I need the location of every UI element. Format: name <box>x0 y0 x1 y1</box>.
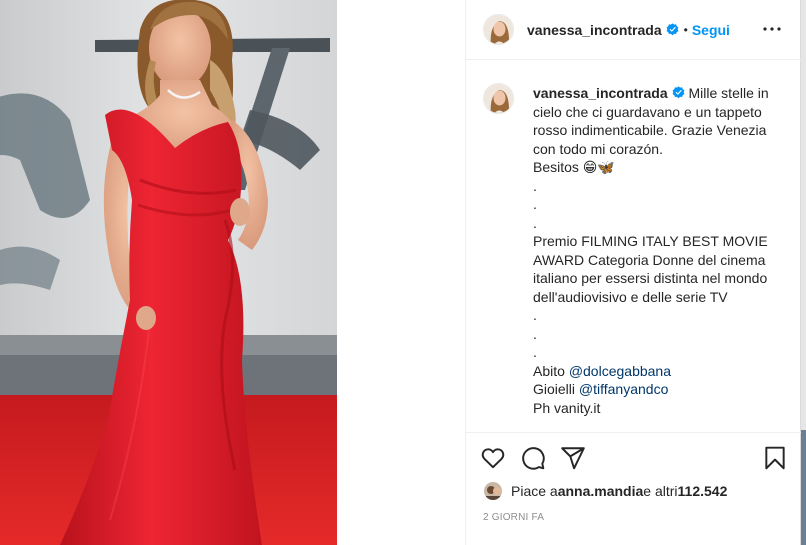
caption-line: Besitos 😁🦋 <box>533 159 615 175</box>
actions-section: Piace a anna.mandia e altri 112.542 2 GI… <box>466 432 802 545</box>
caption-line: rosso indimenticabile. Grazie Venezia <box>533 122 767 138</box>
caption-line: . <box>533 214 537 231</box>
caption-line: . <box>533 325 537 342</box>
caption-line: dell'audiovisivo e delle serie TV <box>533 288 728 305</box>
caption-line: Mille stelle in <box>688 85 769 101</box>
author-avatar[interactable] <box>483 14 514 45</box>
photo-letterbox <box>337 0 465 545</box>
credit-prefix: Gioielli <box>533 381 579 397</box>
likes-count[interactable]: 112.542 <box>678 483 728 499</box>
bookmark-icon[interactable] <box>762 445 788 471</box>
credit-line: Ph vanity.it <box>533 399 785 418</box>
caption-line: italiano per essersi distinta nel mondo <box>533 270 768 286</box>
caption-line: . <box>533 344 537 360</box>
page-scrollbar[interactable] <box>801 0 806 545</box>
caption-line: . <box>533 177 537 194</box>
follow-button[interactable]: Segui <box>692 22 730 38</box>
scrollbar-thumb[interactable] <box>801 430 806 545</box>
post-panel: vanessa_incontrada • Segui vanessa_incon… <box>465 0 802 545</box>
caption-first-line: vanessa_incontrada Mille stelle in <box>533 84 785 103</box>
caption-line: cielo che ci guardavano e un tappeto <box>533 103 762 120</box>
action-bar <box>480 445 790 473</box>
caption-username[interactable]: vanessa_incontrada <box>533 85 668 101</box>
caption-line: con todo mi corazón. <box>533 140 663 157</box>
caption-section: vanessa_incontrada Mille stelle in cielo… <box>466 60 802 432</box>
comment-icon[interactable] <box>520 445 546 471</box>
mention-link[interactable]: @tiffanyandco <box>579 381 668 397</box>
red-carpet-photo <box>0 0 337 545</box>
caption-line: . <box>533 196 537 212</box>
likes-middle: e altri <box>643 483 678 499</box>
liker-avatar[interactable] <box>483 481 503 501</box>
author-username[interactable]: vanessa_incontrada <box>527 22 662 38</box>
separator-dot: • <box>683 22 688 37</box>
post-header: vanessa_incontrada • Segui <box>466 0 802 60</box>
caption-line: . <box>533 307 537 323</box>
credit-line: Gioielli @tiffanyandco <box>533 380 785 399</box>
credit-prefix: Abito <box>533 362 569 379</box>
heart-icon[interactable] <box>480 445 506 471</box>
more-options-icon[interactable] <box>760 17 784 41</box>
verified-badge-icon <box>666 23 678 36</box>
post-photo[interactable] <box>0 0 337 545</box>
credit-prefix: Ph vanity.it <box>533 399 601 416</box>
likes-prefix: Piace a <box>511 483 558 499</box>
post-timestamp[interactable]: 2 GIORNI FA <box>483 512 544 523</box>
verified-badge-icon <box>672 86 684 99</box>
caption-author-avatar[interactable] <box>483 83 514 114</box>
mention-link[interactable]: @dolcegabbana <box>569 363 671 379</box>
caption-line: AWARD Categoria Donne del cinema <box>533 251 766 268</box>
credit-line: Abito @dolcegabbana <box>533 362 785 381</box>
liker-username[interactable]: anna.mandia <box>558 483 644 499</box>
likes-summary: Piace a anna.mandia e altri 112.542 <box>483 481 727 501</box>
paper-plane-icon[interactable] <box>560 445 586 471</box>
caption-text: vanessa_incontrada Mille stelle in cielo… <box>533 84 785 417</box>
caption-line: Premio FILMING ITALY BEST MOVIE <box>533 233 768 249</box>
